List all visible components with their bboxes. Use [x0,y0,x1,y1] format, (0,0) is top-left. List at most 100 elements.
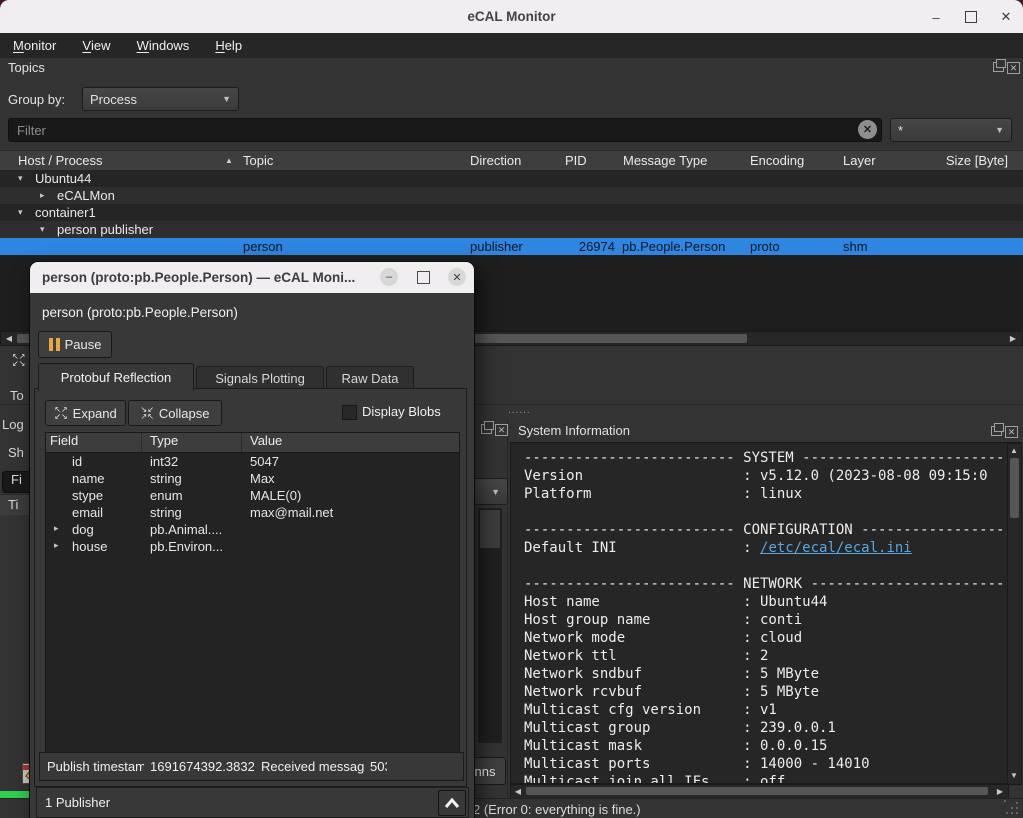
ini-file-link[interactable]: /etc/ecal/ecal.ini [760,540,912,556]
column-header-layer[interactable]: Layer [843,153,876,168]
dock-float-icon[interactable] [481,424,492,434]
dock-close-icon[interactable]: ✕ [495,424,508,436]
dialog-titlebar[interactable]: person (proto:pb.People.Person) — eCAL M… [30,262,474,293]
chevron-right-icon[interactable]: ▸ [54,540,64,551]
menu-view[interactable]: View [69,33,123,58]
scrollbar-thumb[interactable] [526,787,988,795]
system-info-hscrollbar[interactable]: ◀ ▶ [510,784,1009,799]
scroll-right-icon[interactable]: ▶ [1007,332,1019,345]
scroll-right-icon[interactable]: ▶ [994,785,1006,797]
tab-fragment[interactable]: To [10,388,24,403]
dialog-status-line: Publish timestamp 1691674392.383243 Rece… [39,752,464,781]
reflection-dialog: person (proto:pb.People.Person) — eCAL M… [30,262,474,818]
log-panel-title-fragment: Log [2,417,24,432]
scrollbar-fragment[interactable] [478,508,502,743]
group-by-select[interactable]: Process ▼ [82,87,239,111]
cell-value: MALE(0) [242,488,459,503]
collapse-icon: ↘↙↗↖ [141,406,154,420]
topics-dock-buttons: ✕ [993,62,1020,74]
system-info-ini-label: Default INI : [524,540,760,556]
tab-raw-data[interactable]: Raw Data [326,366,414,390]
chevron-right-icon[interactable]: ▸ [40,190,50,201]
chevron-down-icon: ▼ [995,125,1004,135]
system-info-block2: ------------------------- NETWORK ------… [524,576,1006,783]
scrollbar-thumb[interactable] [1010,458,1019,518]
field-row[interactable]: email string max@mail.net [46,504,459,521]
tree-row-label: Ubuntu44 [35,171,91,186]
field-row[interactable]: stype enum MALE(0) [46,487,459,504]
dock-close-icon[interactable]: ✕ [1005,426,1018,438]
menu-monitor[interactable]: Monitor [0,33,69,58]
time-column-fragment[interactable]: Ti [0,494,30,515]
minimize-icon[interactable]: – [927,8,945,26]
pause-button[interactable]: Pause [38,331,112,358]
cell-message-type: pb.People.Person [622,239,725,254]
expand-button[interactable]: ↖↗↙↘ Expand [45,400,126,426]
tree-row-process[interactable]: ▾ person publisher [0,221,1023,238]
collapse-button[interactable]: ↘↙↗↖ Collapse [128,400,222,426]
tab-protobuf-reflection[interactable]: Protobuf Reflection [38,363,194,391]
combo-fragment[interactable]: ▼ [470,478,508,505]
cell-topic: person [243,239,283,254]
column-header-field[interactable]: Field [46,433,142,452]
tree-row-host[interactable]: ▾ Ubuntu44 [0,170,1023,187]
tree-row-host[interactable]: ▾ container1 [0,204,1023,221]
field-row[interactable]: ▸dog pb.Animal.... [46,521,459,538]
scrollbar-thumb[interactable] [480,510,500,548]
maximize-icon[interactable] [417,271,430,284]
chevron-down-icon[interactable]: ▾ [40,224,50,235]
dock-float-icon[interactable] [991,426,1002,436]
cell-field: name [46,471,142,486]
column-header-type[interactable]: Type [142,433,242,452]
field-row[interactable]: ▸house pb.Environ... [46,538,459,555]
group-by-label: Group by: [8,92,65,107]
clear-filter-icon[interactable]: ✕ [858,120,877,139]
dock-close-icon[interactable]: ✕ [1007,62,1020,74]
table-row-selected[interactable]: person publisher 26974 pb.People.Person … [0,238,1023,255]
received-message-value: 503 [370,759,387,774]
chevron-right-icon[interactable]: ▸ [54,523,64,534]
column-header-direction[interactable]: Direction [470,153,521,168]
scroll-down-icon[interactable]: ▼ [1008,770,1020,781]
display-blobs-checkbox[interactable] [342,405,357,420]
filter-scope-select[interactable]: * ▼ [890,118,1012,142]
ecal-monitor-window: eCAL Monitor – ✕ Monitor View Windows He… [0,0,1023,818]
column-header-topic[interactable]: Topic [243,153,273,168]
scroll-left-icon[interactable]: ◀ [512,785,524,797]
close-icon[interactable]: ✕ [997,8,1015,26]
column-header-encoding[interactable]: Encoding [750,153,804,168]
scroll-left-icon[interactable]: ◀ [3,332,15,345]
column-header-value[interactable]: Value [242,433,459,452]
filter-input[interactable] [8,118,882,142]
cell-layer: shm [843,239,868,254]
menu-windows[interactable]: Windows [124,33,203,58]
splitter-handle[interactable]: ...... [508,405,531,416]
expand-footer-button[interactable] [438,790,466,816]
scroll-up-icon[interactable]: ▲ [1008,445,1020,456]
close-icon[interactable]: ✕ [448,268,466,286]
tab-signals-plotting[interactable]: Signals Plotting [196,366,324,390]
dock-float-icon[interactable] [993,62,1004,72]
maximize-icon[interactable] [962,8,980,26]
column-header-size[interactable]: Size [Byte] [900,153,1008,168]
chevron-down-icon[interactable]: ▾ [18,207,28,218]
statusbar-message: 2 (Error 0: everything is fine.) [473,802,641,817]
splitter[interactable] [507,420,508,798]
minimize-icon[interactable]: – [380,268,398,286]
tree-row-process[interactable]: ▸ eCALMon [0,187,1023,204]
cell-value: max@mail.net [242,505,459,520]
column-header-pid[interactable]: PID [565,153,587,168]
field-row[interactable]: id int32 5047 [46,453,459,470]
cell-field: id [46,454,142,469]
field-row[interactable]: name string Max [46,470,459,487]
menu-help[interactable]: Help [202,33,255,58]
resize-grip-icon[interactable] [1004,800,1020,816]
column-header-host-process[interactable]: Host / Process [18,153,103,168]
column-header-message-type[interactable]: Message Type [623,153,707,168]
system-info-vscrollbar[interactable]: ▲ ▼ [1007,443,1022,785]
pause-icon [49,338,60,351]
chevron-down-icon[interactable]: ▾ [18,173,28,184]
cell-type: int32 [142,454,242,469]
window-titlebar[interactable]: eCAL Monitor [0,0,1023,33]
expand-icon[interactable]: ↖↗↙↘ [12,353,25,367]
